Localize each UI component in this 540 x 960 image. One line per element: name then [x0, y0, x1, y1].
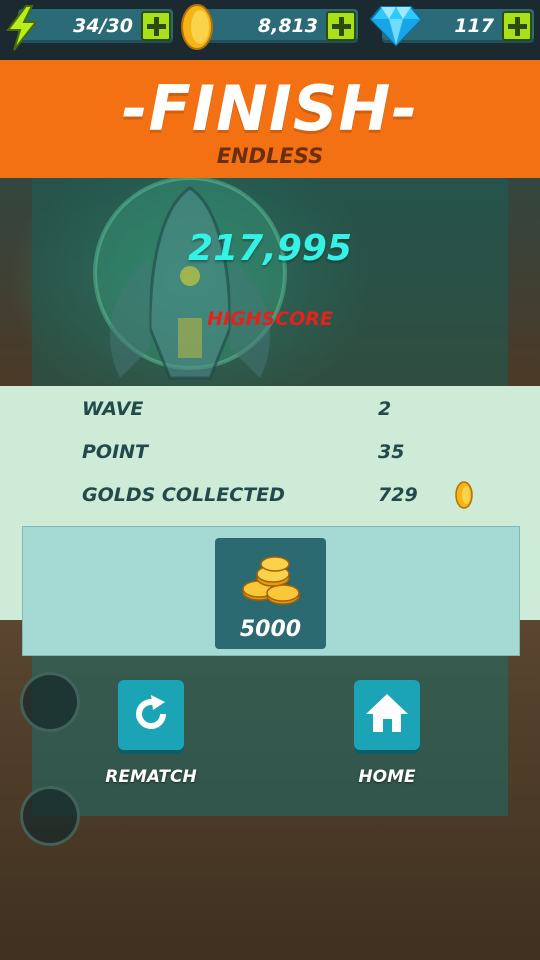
rematch-button[interactable] — [118, 680, 184, 750]
stat-label-point: POINT — [82, 441, 149, 463]
lightning-icon — [6, 5, 39, 51]
stat-label-golds: GOLDS COLLECTED — [82, 484, 285, 506]
coin-stack-icon — [242, 556, 300, 605]
rematch-icon — [136, 695, 166, 729]
reward-amount: 5000 — [239, 617, 302, 642]
final-score: 217,995 — [188, 228, 352, 269]
bomb-ability-button[interactable] — [20, 786, 80, 846]
stat-value-point: 35 — [378, 441, 405, 463]
missile-ability-button[interactable] — [20, 672, 80, 732]
diamond-icon — [369, 6, 423, 47]
game-mode-label: ENDLESS — [216, 144, 324, 168]
home-label: HOME — [358, 767, 416, 787]
finish-title: -FINISH- — [121, 72, 419, 145]
add-gold-button[interactable] — [326, 11, 356, 41]
stat-value-wave: 2 — [378, 398, 392, 420]
gem-value: 117 — [454, 15, 494, 37]
gold-value: 8,813 — [257, 15, 318, 37]
spaceship-image — [93, 178, 287, 380]
energy-value: 34/30 — [73, 15, 133, 37]
stat-label-wave: WAVE — [82, 398, 144, 420]
energy-counter: 34/30 — [18, 9, 173, 43]
rematch-label: REMATCH — [105, 767, 197, 787]
finish-banner: -FINISH- ENDLESS — [0, 60, 540, 178]
gold-coin-icon — [455, 481, 473, 509]
home-button[interactable] — [354, 680, 420, 750]
highscore-label: HIGHSCORE — [207, 308, 333, 330]
resource-bar: 34/30 8,813 117 — [0, 0, 540, 60]
home-icon — [366, 694, 408, 732]
stat-value-golds: 729 — [378, 484, 418, 506]
action-panel — [32, 656, 508, 816]
add-gems-button[interactable] — [502, 11, 532, 41]
add-energy-button[interactable] — [141, 11, 171, 41]
gold-coin-icon — [181, 4, 213, 50]
